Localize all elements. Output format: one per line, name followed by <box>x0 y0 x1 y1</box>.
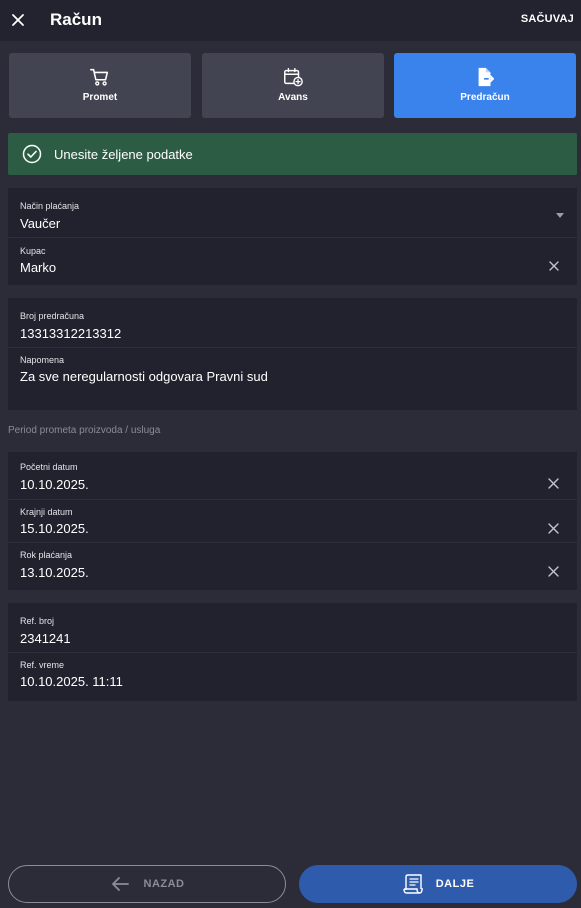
info-alert: Unesite željene podatke <box>8 133 577 175</box>
clear-icon[interactable] <box>548 523 559 534</box>
chevron-down-icon[interactable] <box>556 213 564 218</box>
invoice-number-field[interactable]: Broj predračuna 13313312213312 <box>8 298 577 347</box>
back-button[interactable]: NAZAD <box>8 865 286 903</box>
note-field[interactable]: Napomena Za sve neregularnosti odgovara … <box>8 347 577 410</box>
due-date-value: 13.10.2025. <box>20 565 89 580</box>
tab-avans[interactable]: Avans <box>202 53 384 118</box>
clear-icon[interactable] <box>548 478 559 489</box>
document-type-tabs: Promet Avans Predračun <box>9 53 576 118</box>
ref-number-value: 2341241 <box>20 631 71 646</box>
due-date-field[interactable]: Rok plaćanja 13.10.2025. <box>8 542 577 590</box>
invoice-card: Broj predračuna 13313312213312 Napomena … <box>8 298 577 410</box>
period-section-title: Period prometa proizvoda / usluga <box>8 425 161 436</box>
customer-field[interactable]: Kupac Marko <box>8 237 577 285</box>
save-button[interactable]: SAČUVAJ <box>521 13 574 25</box>
tab-promet[interactable]: Promet <box>9 53 191 118</box>
payment-card: Način plaćanja Vaučer Kupac Marko <box>8 188 577 285</box>
end-date-field[interactable]: Krajnji datum 15.10.2025. <box>8 499 577 542</box>
start-date-label: Početni datum <box>20 462 78 472</box>
reference-card: Ref. broj 2341241 Ref. vreme 10.10.2025.… <box>8 603 577 701</box>
receipt-icon <box>403 874 423 894</box>
arrow-left-icon <box>111 877 129 891</box>
close-icon[interactable] <box>10 12 26 28</box>
check-circle-icon <box>22 144 42 164</box>
ref-number-label: Ref. broj <box>20 616 55 626</box>
tab-label-promet: Promet <box>82 92 118 103</box>
clear-icon[interactable] <box>548 566 559 577</box>
payment-method-label: Način plaćanja <box>20 201 80 211</box>
next-button[interactable]: DALJE <box>299 865 577 903</box>
end-date-label: Krajnji datum <box>20 507 73 517</box>
period-card: Početni datum 10.10.2025. Krajnji datum … <box>8 452 577 590</box>
back-button-label: NAZAD <box>143 878 185 890</box>
ref-number-field[interactable]: Ref. broj 2341241 <box>8 603 577 652</box>
alert-text: Unesite željene podatke <box>54 146 193 162</box>
invoice-number-value: 13313312213312 <box>20 326 122 341</box>
tab-predracun[interactable]: Predračun <box>394 53 576 118</box>
ref-time-label: Ref. vreme <box>20 660 65 670</box>
end-date-value: 15.10.2025. <box>20 521 89 536</box>
due-date-label: Rok plaćanja <box>20 550 73 560</box>
cart-icon <box>90 68 109 86</box>
next-button-label: DALJE <box>435 878 475 890</box>
tab-label-avans: Avans <box>278 92 308 103</box>
note-value: Za sve neregularnosti odgovara Pravni su… <box>20 369 268 384</box>
document-arrow-icon <box>478 67 495 87</box>
start-date-value: 10.10.2025. <box>20 477 89 492</box>
start-date-field[interactable]: Početni datum 10.10.2025. <box>8 452 577 499</box>
page-title: Račun <box>50 10 102 29</box>
invoice-number-label: Broj predračuna <box>20 311 85 321</box>
payment-method-select[interactable]: Način plaćanja Vaučer <box>8 188 577 237</box>
customer-value: Marko <box>20 260 57 275</box>
ref-time-value: 10.10.2025. 11:11 <box>20 674 123 689</box>
note-label: Napomena <box>20 355 65 365</box>
ref-time-field[interactable]: Ref. vreme 10.10.2025. 11:11 <box>8 652 577 701</box>
clear-icon[interactable] <box>549 261 559 271</box>
tab-label-predracun: Predračun <box>460 92 510 103</box>
customer-label: Kupac <box>20 246 46 256</box>
payment-method-value: Vaučer <box>20 216 61 231</box>
top-app-bar: Račun SAČUVAJ <box>0 0 581 41</box>
calendar-plus-icon <box>284 68 303 87</box>
